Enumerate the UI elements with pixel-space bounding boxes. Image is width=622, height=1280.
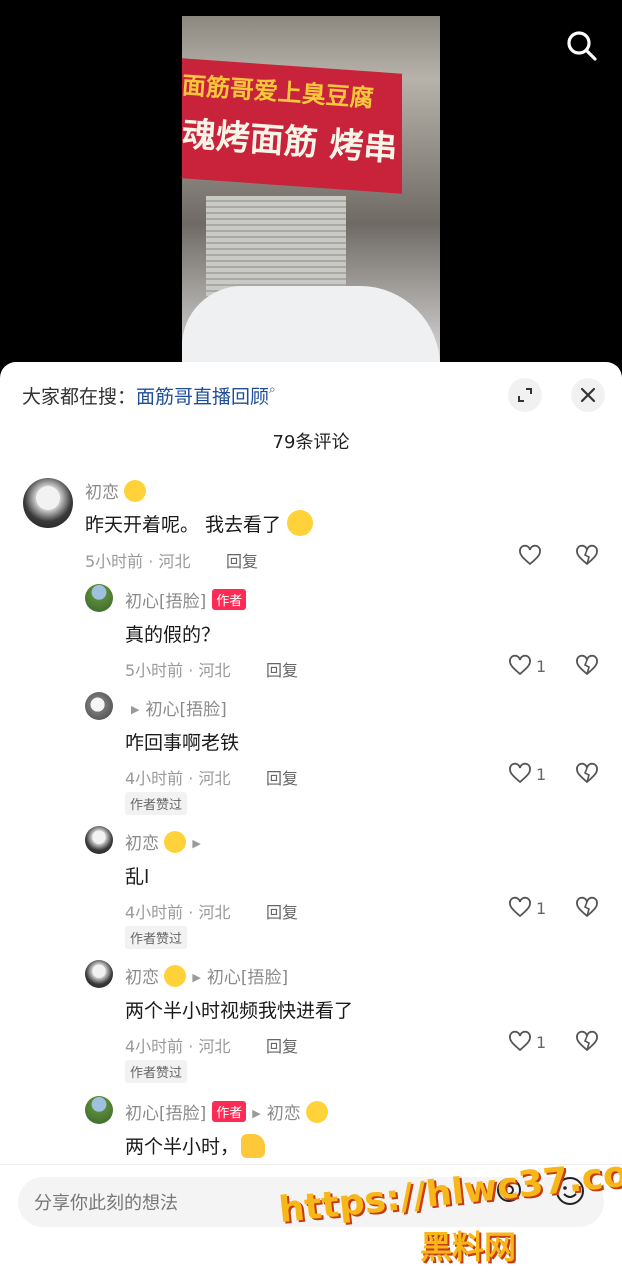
heart-icon bbox=[509, 762, 531, 784]
small-search-icon: ⌕ bbox=[269, 382, 276, 396]
heart-icon bbox=[509, 654, 531, 676]
video-player[interactable]: 面筋哥爱上臭豆腐 魂烤面筋 烤串 bbox=[0, 0, 622, 380]
avatar[interactable] bbox=[85, 584, 113, 612]
like-button[interactable]: 1 bbox=[508, 762, 546, 786]
shush-emoji-icon bbox=[124, 480, 147, 502]
reply-arrow-icon: ▶ bbox=[252, 1107, 261, 1120]
reply-target[interactable]: 初恋 bbox=[267, 1104, 301, 1124]
broken-heart-icon bbox=[576, 1030, 598, 1052]
comment-meta: 5小时前 · 河北 bbox=[85, 552, 191, 571]
heart-icon bbox=[509, 1030, 531, 1052]
search-button[interactable] bbox=[562, 26, 602, 66]
comment-sheet: 大家都在搜：面筋哥直播回顾⌕ 79条评论 初恋 昨天开着呢。 我去看了 5小时前… bbox=[0, 362, 622, 1280]
avatar[interactable] bbox=[85, 692, 113, 720]
author-badge: 作者 bbox=[212, 589, 247, 610]
like-count: 1 bbox=[536, 1032, 547, 1052]
comment-text: 昨天开着呢。 我去看了 bbox=[85, 510, 314, 537]
comment-text: 真的假的？ bbox=[125, 624, 221, 646]
comment-text: 两个半小时， bbox=[125, 1132, 266, 1159]
author-liked-badge: 作者赞过 bbox=[125, 792, 188, 815]
like-count: 1 bbox=[536, 898, 547, 918]
smile-emoji-icon bbox=[287, 510, 314, 536]
dislike-button[interactable] bbox=[575, 896, 599, 924]
reply-arrow-icon: ▶ bbox=[192, 971, 201, 984]
trending-search[interactable]: 大家都在搜：面筋哥直播回顾⌕ bbox=[22, 382, 276, 409]
dislike-button[interactable] bbox=[575, 654, 599, 682]
avatar[interactable] bbox=[85, 826, 113, 854]
shush-emoji-icon bbox=[164, 831, 187, 853]
broken-heart-icon bbox=[576, 544, 598, 566]
avatar[interactable] bbox=[23, 478, 73, 528]
author-badge: 作者 bbox=[212, 1101, 247, 1122]
broken-heart-icon bbox=[576, 896, 598, 918]
thumbs-up-emoji-icon bbox=[241, 1134, 266, 1158]
comment-text: 乱l bbox=[125, 866, 150, 888]
reply-button[interactable]: 回复 bbox=[266, 899, 298, 923]
avatar[interactable] bbox=[85, 960, 113, 988]
like-button[interactable] bbox=[518, 544, 542, 568]
watermark-name: 黑料网 bbox=[420, 1228, 517, 1266]
reply-target[interactable]: 初心[捂脸] bbox=[207, 968, 288, 988]
expand-icon bbox=[518, 388, 532, 402]
heart-icon bbox=[509, 896, 531, 918]
comment-text: 两个半小时视频我快进看了 bbox=[125, 1000, 354, 1022]
shush-emoji-icon bbox=[164, 965, 187, 987]
reply-button[interactable]: 回复 bbox=[266, 765, 298, 789]
search-icon bbox=[567, 31, 597, 61]
comment-meta: 4小时前 · 河北 bbox=[125, 903, 231, 922]
expand-button[interactable] bbox=[508, 378, 542, 412]
shush-emoji-icon bbox=[306, 1101, 329, 1123]
author-liked-badge: 作者赞过 bbox=[125, 926, 188, 949]
comment-text: 咋回事啊老铁 bbox=[125, 732, 240, 754]
like-button[interactable]: 1 bbox=[508, 896, 546, 920]
comment-placeholder: 分享你此刻的想法 bbox=[34, 1193, 178, 1214]
like-count: 1 bbox=[536, 764, 547, 784]
dislike-button[interactable] bbox=[575, 1030, 599, 1058]
reply-target[interactable]: ▶ 初心[捂脸] bbox=[125, 695, 227, 720]
comment-author[interactable]: 初恋 ▶ 初心[捂脸] bbox=[125, 963, 288, 988]
comment-author[interactable]: 初恋 ▶ bbox=[125, 829, 207, 854]
avatar[interactable] bbox=[85, 1096, 113, 1124]
dislike-button[interactable] bbox=[575, 544, 599, 572]
like-count: 1 bbox=[536, 656, 547, 676]
trend-prefix: 大家都在搜： bbox=[22, 386, 137, 408]
close-button[interactable] bbox=[571, 378, 605, 412]
comment-count: 79条评论 bbox=[272, 432, 350, 453]
car bbox=[182, 286, 440, 362]
comment-author[interactable]: 初心[捂脸] 作者 bbox=[125, 587, 247, 612]
comment-author[interactable]: 初恋 bbox=[85, 478, 147, 503]
comment-meta: 5小时前 · 河北 bbox=[125, 661, 231, 680]
like-button[interactable]: 1 bbox=[508, 654, 546, 678]
comment-author[interactable]: 初心[捂脸] 作者 ▶ 初恋 bbox=[125, 1099, 329, 1124]
reply-button[interactable]: 回复 bbox=[266, 657, 298, 681]
dislike-button[interactable] bbox=[575, 762, 599, 790]
close-icon bbox=[580, 387, 596, 403]
reply-button[interactable]: 回复 bbox=[266, 1033, 298, 1057]
comment-meta: 4小时前 · 河北 bbox=[125, 1037, 231, 1056]
video-frame: 面筋哥爱上臭豆腐 魂烤面筋 烤串 bbox=[182, 16, 440, 362]
reply-arrow-icon: ▶ bbox=[192, 837, 201, 850]
broken-heart-icon bbox=[576, 654, 598, 676]
broken-heart-icon bbox=[576, 762, 598, 784]
author-liked-badge: 作者赞过 bbox=[125, 1060, 188, 1083]
heart-icon bbox=[519, 544, 541, 566]
reply-button[interactable]: 回复 bbox=[226, 548, 258, 572]
like-button[interactable]: 1 bbox=[508, 1030, 546, 1054]
comment-meta: 4小时前 · 河北 bbox=[125, 769, 231, 788]
trend-link[interactable]: 面筋哥直播回顾 bbox=[136, 386, 269, 408]
reply-arrow-icon: ▶ bbox=[131, 703, 140, 716]
